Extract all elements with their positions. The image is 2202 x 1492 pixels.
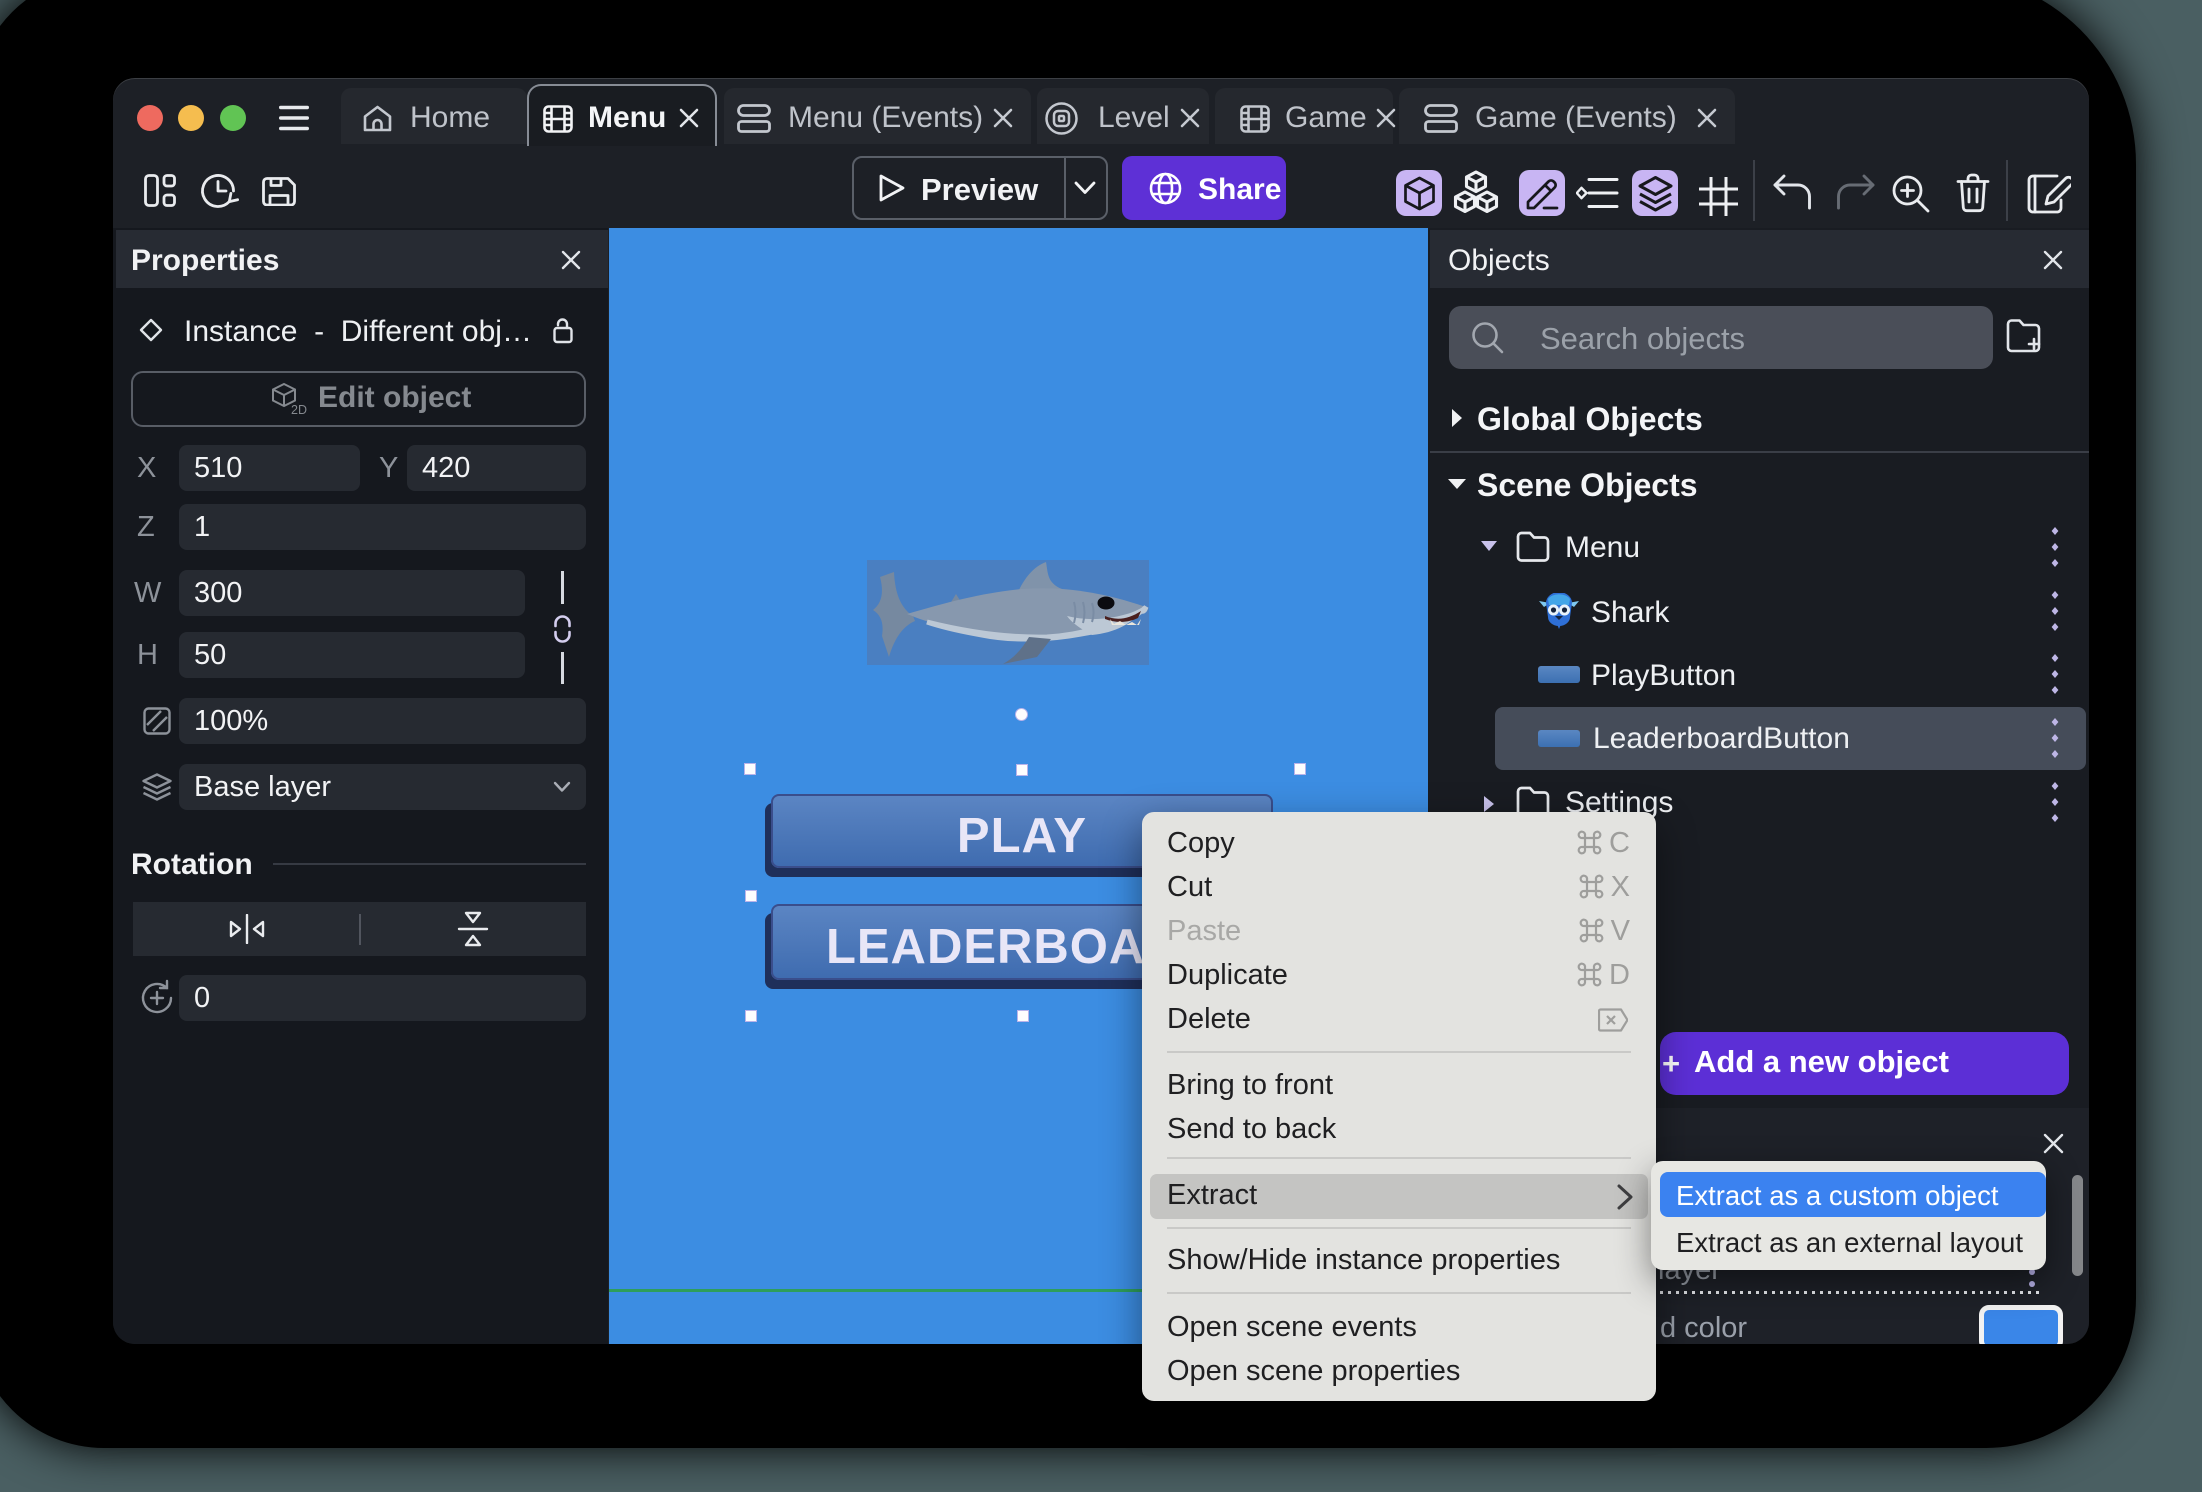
svg-text:2D: 2D bbox=[291, 403, 307, 416]
